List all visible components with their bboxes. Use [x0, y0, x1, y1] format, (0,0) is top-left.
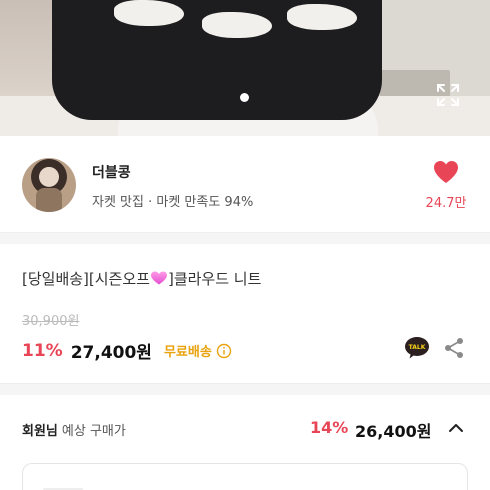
like-button[interactable]: 24.7만	[420, 160, 472, 211]
member-label-bold: 회원님	[22, 424, 58, 439]
member-discount-rate: 14%	[310, 418, 349, 437]
member-price: 26,400원	[355, 422, 432, 441]
like-count: 24.7만	[425, 196, 467, 211]
section-divider	[0, 232, 490, 244]
product-title: [당일배송][시즌오프 ]클라우드 니트	[22, 268, 261, 289]
sweater-pattern	[202, 12, 272, 38]
info-icon[interactable]	[216, 343, 232, 359]
product-title-end: ]클라우드 니트	[167, 270, 262, 288]
seller-subtitle: 자켓 맛집 · 마켓 만족도 94%	[92, 195, 254, 210]
sale-price: 27,400원	[70, 343, 152, 363]
share-icon[interactable]	[443, 337, 465, 359]
product-image[interactable]	[0, 0, 490, 136]
kakaotalk-icon[interactable]: TALK	[404, 336, 430, 360]
price-row: 11% 27,400원 무료배송	[22, 338, 232, 363]
expand-icon[interactable]	[436, 83, 460, 107]
section-divider	[0, 383, 490, 395]
heart-icon	[434, 161, 458, 183]
chevron-up-icon[interactable]	[448, 422, 464, 434]
free-shipping-badge: 무료배송	[163, 345, 212, 360]
product-title-start: [당일배송][시즌오프	[22, 270, 150, 288]
member-price-label: 회원님 예상 구매가	[22, 420, 126, 439]
discount-rate: 11%	[22, 340, 63, 361]
seller-name[interactable]: 더블콩	[92, 162, 131, 182]
seller-row[interactable]: 더블콩 자켓 맛집 · 마켓 만족도 94% 24.7만	[0, 136, 490, 232]
original-price: 30,900원	[22, 314, 80, 329]
member-label-sub: 예상 구매가	[61, 424, 126, 439]
seller-avatar[interactable]	[22, 158, 76, 212]
carousel-dot[interactable]	[240, 93, 249, 102]
model-sweater	[52, 0, 382, 120]
svg-text:TALK: TALK	[409, 344, 426, 351]
sweater-pattern	[114, 0, 184, 26]
sweater-pattern	[287, 4, 357, 30]
member-price-detail-card	[22, 463, 468, 490]
avatar-figure	[36, 188, 62, 212]
pink-heart-icon	[150, 271, 167, 285]
member-price-row[interactable]: 회원님 예상 구매가 14% 26,400원	[0, 395, 490, 461]
